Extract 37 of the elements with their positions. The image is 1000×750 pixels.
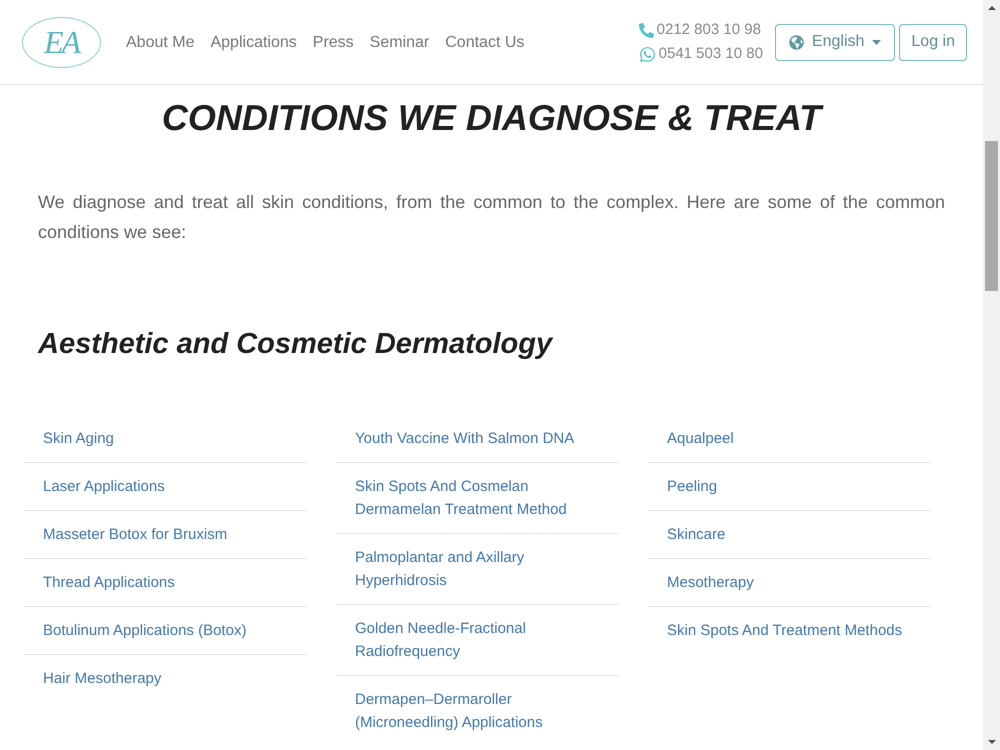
phone-link[interactable]: 0541 503 10 80 (658, 44, 763, 64)
page-title: CONDITIONS WE DIAGNOSE & TREAT (160, 96, 824, 140)
intro-text: We diagnose and treat all skin conditions, from the common to the complex. Here are some of the common conditions we see: (38, 191, 945, 244)
treatment-link[interactable]: Golden Needle-Fractional Radiofrequency (355, 617, 599, 663)
logo[interactable]: EA (22, 17, 101, 68)
nav-link[interactable]: Contact Us (437, 30, 532, 54)
login-button[interactable]: Log in (899, 24, 967, 60)
chat-phone-icon (638, 46, 656, 62)
treatment-link[interactable]: Masseter Botox for Bruxism (43, 523, 228, 546)
treatment-link[interactable]: Skin Spots And Cosmelan Dermamelan Treatment Method (355, 475, 599, 521)
treatment-link[interactable]: Skin Aging (43, 427, 114, 450)
treatment-link[interactable]: Peeling (667, 475, 718, 498)
nav-link[interactable]: Applications (202, 30, 305, 54)
globe-icon (788, 34, 804, 50)
scrollbar-thumb[interactable] (985, 141, 998, 291)
treatment-link[interactable]: Skin Spots And Treatment Methods (667, 619, 902, 642)
treatment-link[interactable]: Skincare (667, 523, 726, 546)
treatment-link[interactable]: Palmoplantar and Axillary Hyperhidrosis (355, 546, 599, 592)
scroll-down-icon[interactable] (988, 740, 996, 744)
phone-link[interactable]: 0212 803 10 98 (656, 20, 761, 40)
section-heading: Aesthetic and Cosmetic Dermatology (38, 327, 554, 362)
scroll-up-icon[interactable] (988, 6, 996, 10)
caret-icon (872, 40, 882, 44)
scrollbar[interactable] (983, 0, 1000, 750)
treatment-link[interactable]: Thread Applications (43, 571, 175, 594)
treatment-link[interactable]: Aqualpeel (667, 427, 734, 450)
treatment-link[interactable]: Mesotherapy (667, 571, 754, 594)
nav-link[interactable]: About Me (118, 30, 202, 54)
treatment-link[interactable]: Dermapen–Dermaroller (Microneedling) Applications (355, 688, 599, 734)
nav-link[interactable]: Press (304, 30, 362, 54)
phone-icon (638, 22, 654, 38)
treatment-link[interactable]: Botulinum Applications (Botox) (43, 619, 246, 642)
nav-link[interactable]: Seminar (362, 30, 438, 54)
treatment-link[interactable]: Youth Vaccine With Salmon DNA (355, 427, 574, 450)
treatment-link[interactable]: Hair Mesotherapy (43, 667, 162, 690)
language-button[interactable]: English (774, 24, 896, 60)
treatment-link[interactable]: Laser Applications (43, 475, 165, 498)
